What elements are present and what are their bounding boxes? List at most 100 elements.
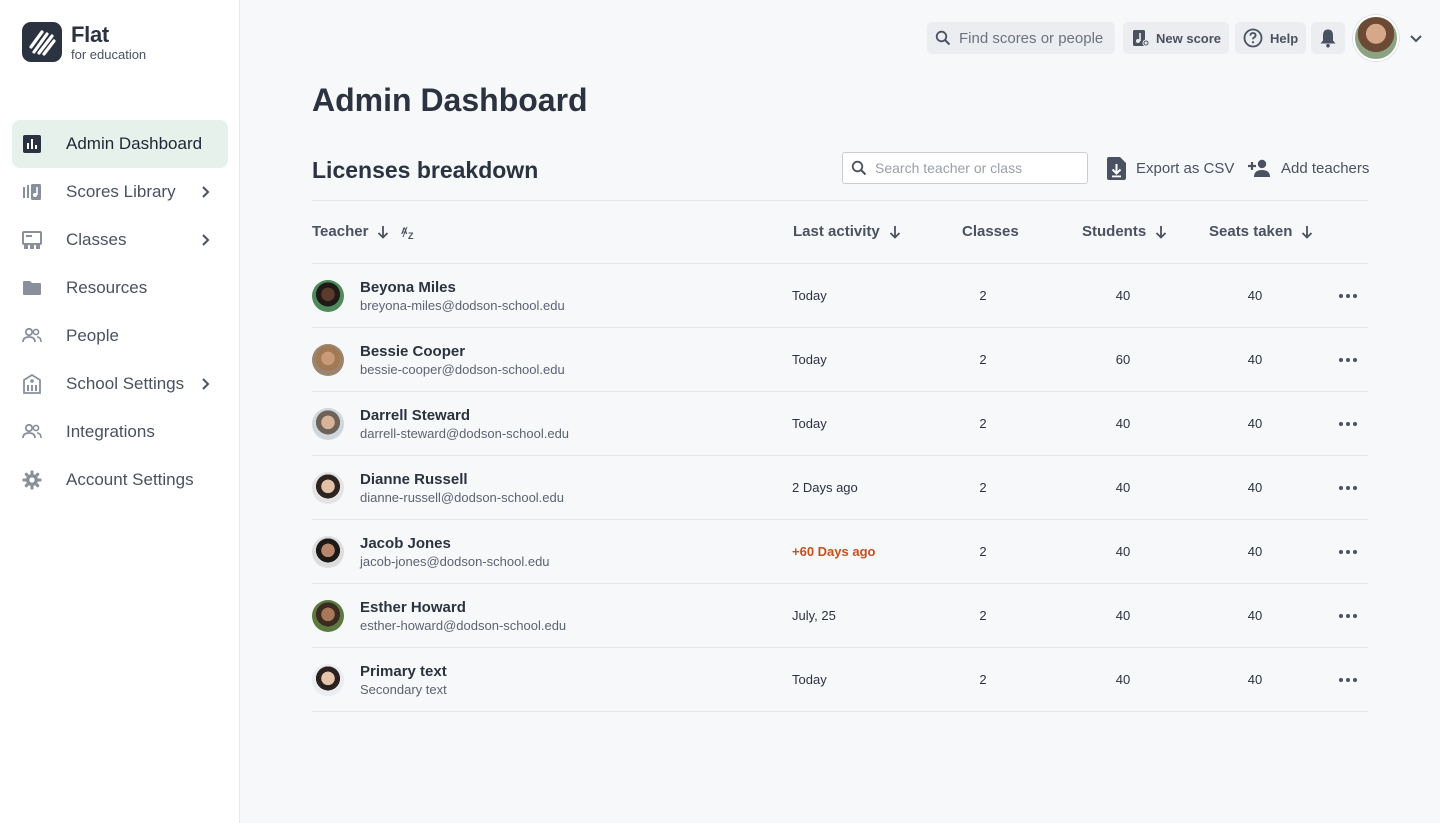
sort-alpha-icon[interactable]: AZ: [401, 224, 417, 240]
new-score-icon: [1133, 30, 1149, 47]
brand-name: Flat: [71, 21, 109, 47]
more-options-button[interactable]: [1338, 604, 1358, 628]
students-count: 60: [1115, 352, 1131, 367]
last-activity-warning: +60 Days ago: [792, 544, 876, 559]
column-header-teacher[interactable]: Teacher AZ: [312, 223, 417, 240]
teacher-email: esther-howard@dodson-school.edu: [360, 618, 567, 633]
seats-taken: 40: [1247, 288, 1263, 303]
sidebar-item-resources[interactable]: Resources: [12, 264, 228, 312]
help-icon: [1243, 28, 1263, 48]
sidebar-item-account-settings[interactable]: Account Settings: [12, 456, 228, 504]
classes-count: 2: [979, 352, 987, 367]
seats-taken: 40: [1247, 416, 1263, 431]
sidebar-item-label: People: [66, 326, 119, 345]
more-horizontal-icon: [1339, 294, 1357, 298]
export-csv-label: Export as CSV: [1136, 159, 1235, 177]
classes-count: 2: [979, 480, 987, 495]
export-csv-button[interactable]: Export as CSV: [1106, 154, 1234, 182]
column-header-label: Seats taken: [1209, 223, 1293, 240]
more-options-button[interactable]: [1338, 668, 1358, 692]
table-row[interactable]: Esther Howard esther-howard@dodson-schoo…: [312, 584, 1368, 648]
classes-count: 2: [979, 416, 987, 431]
sidebar: Flat for education Admin Dashboard Score…: [0, 0, 240, 823]
table-row[interactable]: Jacob Jones jacob-jones@dodson-school.ed…: [312, 520, 1368, 584]
table-row[interactable]: Beyona Miles breyona-miles@dodson-school…: [312, 264, 1368, 328]
sidebar-item-label: Integrations: [66, 422, 155, 441]
sidebar-item-admin-dashboard[interactable]: Admin Dashboard: [12, 120, 228, 168]
table-row[interactable]: Primary text Secondary text Today 2 40 4…: [312, 648, 1368, 712]
last-activity: July, 25: [792, 608, 836, 623]
add-teachers-label: Add teachers: [1281, 159, 1370, 177]
column-header-students[interactable]: Students: [1082, 223, 1167, 240]
new-score-button[interactable]: New score: [1123, 22, 1230, 54]
last-activity: 2 Days ago: [792, 480, 858, 495]
last-activity: Today: [792, 352, 827, 367]
help-button[interactable]: Help: [1235, 22, 1307, 54]
more-options-button[interactable]: [1338, 476, 1358, 500]
students-count: 40: [1115, 672, 1131, 687]
table-row[interactable]: Darrell Steward darrell-steward@dodson-s…: [312, 392, 1368, 456]
sidebar-item-label: Scores Library: [66, 182, 176, 201]
table-row[interactable]: Bessie Cooper bessie-cooper@dodson-schoo…: [312, 328, 1368, 392]
sidebar-item-integrations[interactable]: Integrations: [12, 408, 228, 456]
teacher-name: Darrell Steward: [360, 407, 471, 424]
section-title: Licenses breakdown: [312, 157, 539, 183]
students-count: 40: [1115, 480, 1131, 495]
sidebar-item-scores-library[interactable]: Scores Library: [12, 168, 228, 216]
avatar: [312, 280, 344, 312]
avatar: [312, 536, 344, 568]
notifications-button[interactable]: [1311, 22, 1345, 54]
more-options-button[interactable]: [1338, 540, 1358, 564]
sidebar-item-people[interactable]: People: [12, 312, 228, 360]
more-options-button[interactable]: [1338, 348, 1358, 372]
svg-text:Z: Z: [408, 231, 414, 240]
column-header-classes[interactable]: Classes: [962, 223, 1019, 240]
seats-taken: 40: [1247, 672, 1263, 687]
classes-count: 2: [979, 544, 987, 559]
folder-icon: [22, 278, 42, 298]
gear-icon: [22, 470, 42, 490]
teacher-search[interactable]: [842, 152, 1088, 184]
more-options-button[interactable]: [1338, 412, 1358, 436]
sort-arrow-icon[interactable]: [889, 225, 901, 239]
column-header-seats-taken[interactable]: Seats taken: [1209, 223, 1313, 240]
last-activity: Today: [792, 288, 827, 303]
sort-arrow-icon[interactable]: [1155, 225, 1167, 239]
bell-icon: [1320, 29, 1336, 48]
teacher-email: bessie-cooper@dodson-school.edu: [360, 362, 565, 377]
more-options-button[interactable]: [1338, 284, 1358, 308]
avatar: [312, 664, 344, 696]
add-teachers-button[interactable]: Add teachers: [1247, 154, 1369, 182]
global-search[interactable]: [927, 22, 1115, 54]
students-count: 40: [1115, 544, 1131, 559]
sidebar-item-label: School Settings: [66, 374, 185, 393]
chevron-down-icon[interactable]: [1409, 31, 1423, 45]
avatar: [312, 408, 344, 440]
classes-icon: [22, 230, 42, 250]
global-search-input[interactable]: [959, 29, 1109, 47]
sort-arrow-icon[interactable]: [1301, 225, 1313, 239]
seats-taken: 40: [1247, 480, 1263, 495]
teacher-name: Beyona Miles: [360, 279, 456, 296]
more-horizontal-icon: [1339, 422, 1357, 426]
sidebar-item-classes[interactable]: Classes: [12, 216, 228, 264]
column-header-last-activity[interactable]: Last activity: [793, 223, 901, 240]
people-icon: [22, 326, 42, 346]
download-file-icon: [1107, 156, 1126, 180]
table-row[interactable]: Dianne Russell dianne-russell@dodson-sch…: [312, 456, 1368, 520]
teacher-email: dianne-russell@dodson-school.edu: [360, 490, 564, 505]
teacher-name: Primary text: [360, 663, 447, 680]
section-divider: [312, 200, 1368, 201]
user-avatar[interactable]: [1353, 15, 1399, 61]
sort-arrow-icon[interactable]: [377, 225, 389, 239]
teacher-email: breyona-miles@dodson-school.edu: [360, 298, 565, 313]
teacher-name: Jacob Jones: [360, 535, 451, 552]
sidebar-nav: Admin Dashboard Scores Library Classes R…: [12, 120, 228, 504]
column-header-label: Last activity: [793, 223, 880, 240]
avatar: [312, 472, 344, 504]
search-icon: [935, 30, 951, 46]
sidebar-item-school-settings[interactable]: School Settings: [12, 360, 228, 408]
teacher-search-input[interactable]: [875, 160, 1075, 176]
brand-logo[interactable]: Flat for education: [22, 22, 146, 62]
sidebar-item-label: Resources: [66, 278, 148, 297]
